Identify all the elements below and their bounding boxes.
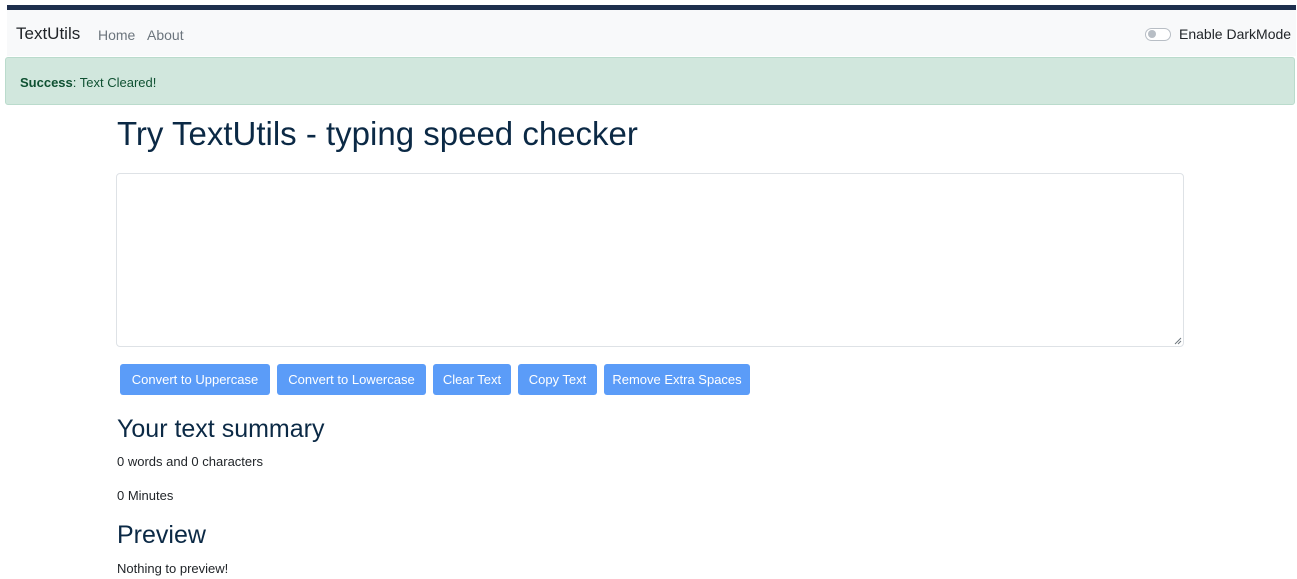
word-character-count: 0 words and 0 characters — [117, 454, 263, 469]
navbar: TextUtils Home About Enable DarkMode — [7, 10, 1296, 56]
alert-message: : Text Cleared! — [72, 75, 157, 90]
alert-text: Success: Text Cleared! — [20, 75, 156, 91]
page-title: Try TextUtils - typing speed checker — [117, 115, 638, 152]
preview-text: Nothing to preview! — [117, 561, 229, 576]
success-alert: Success: Text Cleared! — [5, 57, 1295, 105]
summary-title: Your text summary — [117, 415, 325, 443]
text-input[interactable] — [116, 173, 1184, 347]
dark-mode-switch[interactable] — [1145, 27, 1171, 41]
convert-lowercase-button[interactable]: Convert to Lowercase — [277, 364, 426, 395]
convert-uppercase-button[interactable]: Convert to Uppercase — [120, 364, 270, 395]
nav-link-about[interactable]: About — [147, 26, 184, 44]
clear-text-button[interactable]: Clear Text — [433, 364, 511, 395]
alert-type: Success — [20, 75, 73, 90]
dark-mode-label[interactable]: Enable DarkMode — [1179, 26, 1291, 42]
nav-link-home[interactable]: Home — [98, 26, 135, 44]
preview-title: Preview — [117, 521, 206, 549]
reading-minutes: 0 Minutes — [117, 488, 174, 503]
switch-knob — [1148, 30, 1156, 38]
navbar-brand[interactable]: TextUtils — [16, 24, 80, 44]
resize-grip-icon[interactable] — [1174, 337, 1182, 345]
remove-extra-spaces-button[interactable]: Remove Extra Spaces — [604, 364, 750, 395]
copy-text-button[interactable]: Copy Text — [518, 364, 597, 395]
dark-mode-toggle[interactable]: Enable DarkMode — [1145, 26, 1291, 42]
